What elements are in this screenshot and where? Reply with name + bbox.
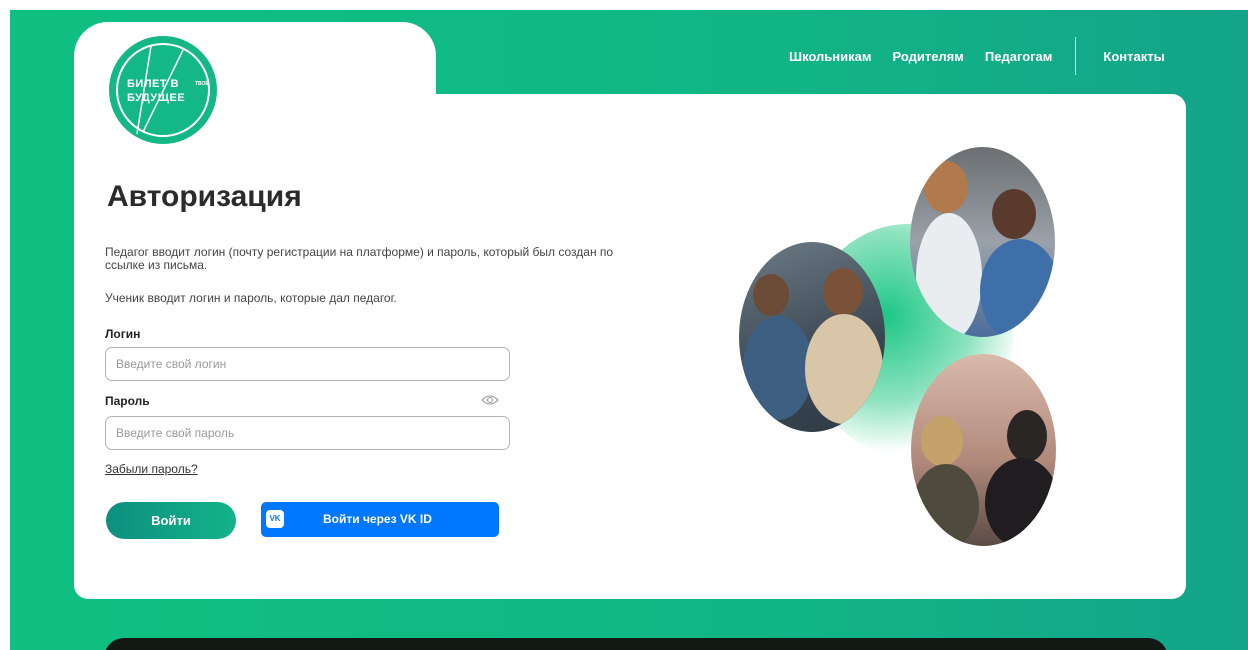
photo-teacher-student — [910, 147, 1055, 337]
password-input[interactable] — [105, 416, 510, 450]
logo-text-line2: БУДУЩЕЕ — [127, 92, 186, 104]
top-nav: Школьникам Родителям Педагогам Контакты — [789, 37, 1165, 75]
photo-students — [739, 242, 885, 432]
password-label: Пароль — [105, 394, 150, 408]
nav-teachers[interactable]: Педагогам — [985, 49, 1053, 64]
teacher-instructions: Педагог вводит логин (почту регистрации … — [105, 245, 614, 272]
vk-login-button[interactable]: VK Войти через VK ID — [261, 502, 499, 537]
logo-text-line1: БИЛЕТ В — [127, 78, 180, 90]
forgot-password-link[interactable]: Забыли пароль? — [105, 462, 198, 476]
vk-icon: VK — [266, 510, 284, 528]
student-instructions: Ученик вводит логин и пароль, которые да… — [105, 291, 397, 305]
eye-icon[interactable] — [481, 394, 499, 406]
vk-button-label: Войти через VK ID — [323, 512, 432, 526]
nav-parents[interactable]: Родителям — [892, 49, 963, 64]
login-button[interactable]: Войти — [106, 502, 236, 539]
nav-contacts[interactable]: Контакты — [1103, 49, 1164, 64]
photo-meeting — [911, 354, 1056, 546]
logo[interactable]: БИЛЕТ В БУДУЩЕЕ ТВОЁ — [109, 36, 217, 144]
logo-text-vertical: ТВОЁ — [195, 81, 209, 87]
logo-lines — [136, 45, 184, 135]
nav-students[interactable]: Школьникам — [789, 49, 871, 64]
nav-divider — [1075, 37, 1077, 75]
footer-section-edge — [104, 638, 1168, 650]
login-input[interactable] — [105, 347, 510, 381]
login-label: Логин — [105, 327, 141, 341]
page-title: Авторизация — [107, 180, 302, 213]
page-background: Школьникам Родителям Педагогам Контакты … — [10, 10, 1248, 650]
